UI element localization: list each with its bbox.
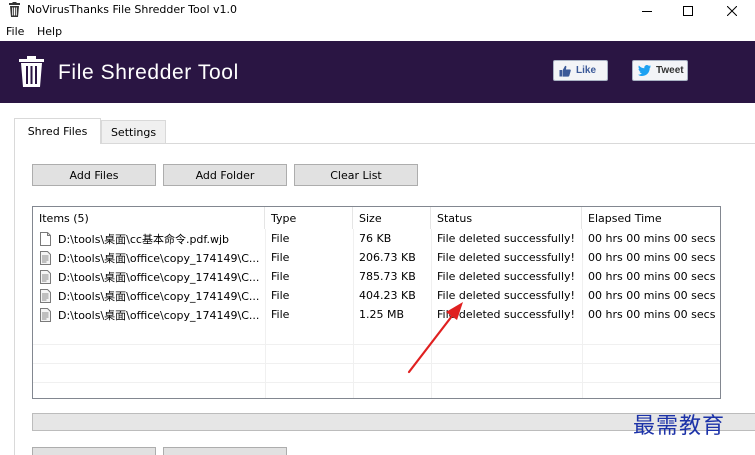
menu-help[interactable]: Help <box>37 25 62 38</box>
title-bar: NoVirusThanks File Shredder Tool v1.0 <box>0 0 755 22</box>
app-title: File Shredder Tool <box>58 61 239 84</box>
add-folder-button[interactable]: Add Folder <box>163 164 287 186</box>
table-row[interactable]: D:\tools\桌面\cc基本命令.pdf.wjb File 76 KB Fi… <box>33 229 720 248</box>
tab-label: Shred Files <box>27 125 88 138</box>
twitter-bird-icon <box>638 65 651 76</box>
tweet-label: Tweet <box>656 65 684 76</box>
table-row[interactable]: D:\tools\桌面\office\copy_174149\C... File… <box>33 286 720 305</box>
column-header-items[interactable]: Items (5) <box>33 207 265 229</box>
list-header: Items (5) Type Size Status Elapsed Time <box>33 207 720 229</box>
menu-file[interactable]: File <box>6 25 24 38</box>
trash-icon <box>9 2 20 17</box>
cell-elapsed-time: 00 hrs 00 mins 00 secs <box>588 308 716 321</box>
bottom-button[interactable] <box>163 447 287 455</box>
cell-status: File deleted successfully! <box>437 232 575 245</box>
like-label: Like <box>576 65 597 76</box>
cell-item: D:\tools\桌面\office\copy_174149\C... <box>33 267 265 286</box>
text-document-icon <box>40 288 51 303</box>
header-banner: File Shredder Tool Like Tweet <box>0 41 755 103</box>
maximize-icon <box>683 6 693 16</box>
cell-type: File <box>271 289 290 302</box>
menu-bar: File Help <box>0 22 755 41</box>
add-files-button[interactable]: Add Files <box>32 164 156 186</box>
file-list[interactable]: Items (5) Type Size Status Elapsed Time … <box>32 206 721 399</box>
window-title: NoVirusThanks File Shredder Tool v1.0 <box>27 3 238 16</box>
maximize-button[interactable] <box>665 0 711 22</box>
minimize-button[interactable] <box>624 0 670 22</box>
column-header-size[interactable]: Size <box>353 207 431 229</box>
row-divider <box>33 382 720 383</box>
cell-elapsed-time: 00 hrs 00 mins 00 secs <box>588 251 716 264</box>
tweet-button[interactable]: Tweet <box>632 60 688 81</box>
text-document-icon <box>40 307 51 322</box>
column-header-type[interactable]: Type <box>265 207 353 229</box>
text-document-icon <box>40 269 51 284</box>
text-document-icon <box>40 250 51 265</box>
bottom-button[interactable] <box>32 447 156 455</box>
table-row[interactable]: D:\tools\桌面\office\copy_174149\C... File… <box>33 305 720 324</box>
cell-size: 206.73 KB <box>359 251 416 264</box>
cell-size: 404.23 KB <box>359 289 416 302</box>
cell-type: File <box>271 270 290 283</box>
watermark-text: 最需教育 <box>633 414 726 439</box>
cell-elapsed-time: 00 hrs 00 mins 00 secs <box>588 289 716 302</box>
cell-item: D:\tools\桌面\office\copy_174149\C... <box>33 286 265 305</box>
table-row[interactable]: D:\tools\桌面\office\copy_174149\C... File… <box>33 267 720 286</box>
trash-icon <box>19 56 44 87</box>
minimize-icon <box>642 11 652 12</box>
column-header-elapsed-time[interactable]: Elapsed Time <box>582 207 720 229</box>
close-button[interactable] <box>709 0 755 22</box>
item-path: D:\tools\桌面\cc基本命令.pdf.wjb <box>58 232 230 246</box>
cell-status: File deleted successfully! <box>437 251 575 264</box>
cell-size: 1.25 MB <box>359 308 405 321</box>
thumbs-up-icon <box>559 65 571 77</box>
like-button[interactable]: Like <box>553 60 608 81</box>
cell-elapsed-time: 00 hrs 00 mins 00 secs <box>588 232 716 245</box>
cell-status: File deleted successfully! <box>437 270 575 283</box>
cell-status: File deleted successfully! <box>437 308 575 321</box>
tab-settings[interactable]: Settings <box>101 120 166 143</box>
cell-type: File <box>271 251 290 264</box>
item-path: D:\tools\桌面\office\copy_174149\C... <box>58 289 260 303</box>
close-icon <box>727 6 737 16</box>
item-path: D:\tools\桌面\office\copy_174149\C... <box>58 308 260 322</box>
blank-document-icon <box>40 231 51 246</box>
item-path: D:\tools\桌面\office\copy_174149\C... <box>58 251 260 265</box>
cell-size: 76 KB <box>359 232 392 245</box>
column-header-status[interactable]: Status <box>431 207 582 229</box>
row-divider <box>33 344 720 345</box>
row-divider <box>33 363 720 364</box>
cell-elapsed-time: 00 hrs 00 mins 00 secs <box>588 270 716 283</box>
tab-label: Settings <box>110 125 157 139</box>
cell-type: File <box>271 308 290 321</box>
tab-shred-files[interactable]: Shred Files <box>14 118 101 144</box>
cell-size: 785.73 KB <box>359 270 416 283</box>
cell-item: D:\tools\桌面\office\copy_174149\C... <box>33 305 265 324</box>
cell-item: D:\tools\桌面\cc基本命令.pdf.wjb <box>33 229 265 248</box>
item-path: D:\tools\桌面\office\copy_174149\C... <box>58 270 260 284</box>
table-row[interactable]: D:\tools\桌面\office\copy_174149\C... File… <box>33 248 720 267</box>
clear-list-button[interactable]: Clear List <box>294 164 418 186</box>
cell-item: D:\tools\桌面\office\copy_174149\C... <box>33 248 265 267</box>
cell-status: File deleted successfully! <box>437 289 575 302</box>
cell-type: File <box>271 232 290 245</box>
